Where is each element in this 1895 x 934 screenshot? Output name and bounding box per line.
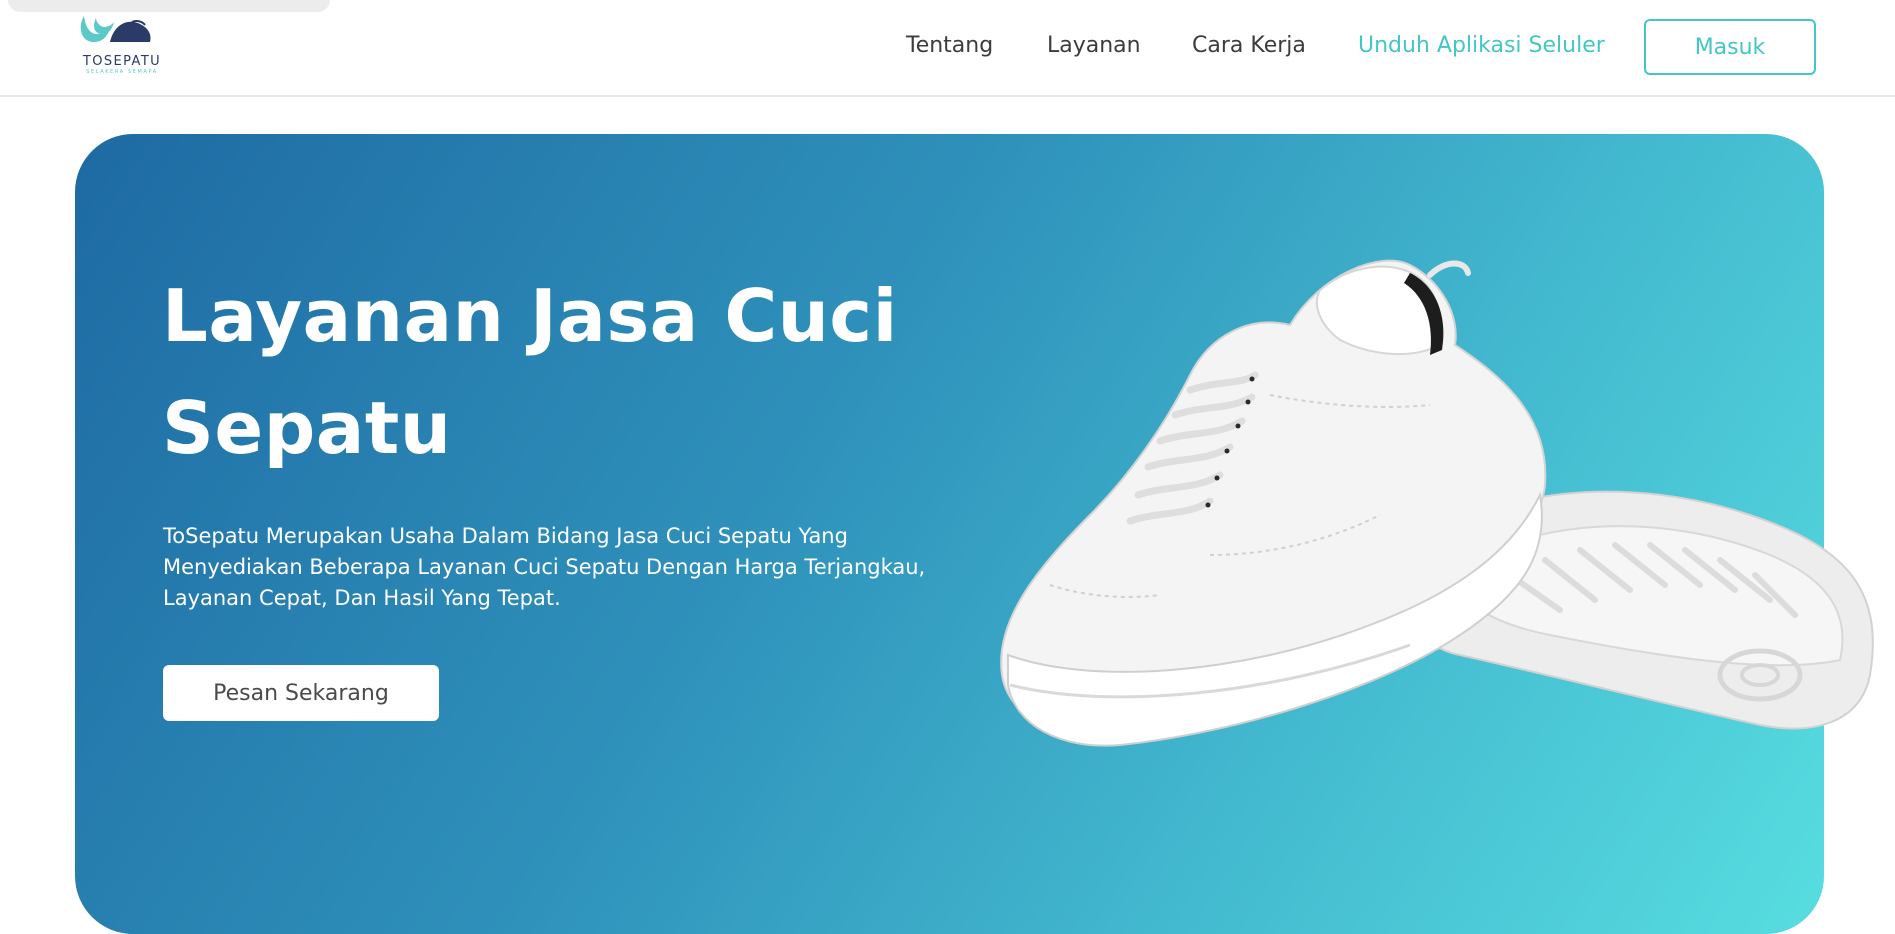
nav-link-layanan[interactable]: Layanan	[1047, 33, 1141, 58]
hero-title-line-2: Sepatu	[162, 386, 452, 470]
brand-logo[interactable]: TOSEPATU SELAKERA SEMAPA	[74, 12, 170, 78]
nav-link-cara-kerja[interactable]: Cara Kerja	[1192, 33, 1306, 58]
nav-link-unduh-aplikasi[interactable]: Unduh Aplikasi Seluler	[1358, 33, 1605, 58]
brand-name: TOSEPATU	[82, 54, 162, 69]
hero-title-line-1: Layanan Jasa Cuci	[162, 274, 898, 358]
nav-link-tentang[interactable]: Tentang	[906, 33, 993, 58]
top-navigation-bar: TOSEPATU SELAKERA SEMAPA Tentang Layanan…	[0, 0, 1895, 97]
shoe-logo-icon	[80, 16, 151, 43]
white-sneaker-image	[1000, 259, 1874, 747]
browser-tab-edge	[8, 0, 330, 12]
hero-description: ToSepatu Merupakan Usaha Dalam Bidang Ja…	[163, 524, 926, 610]
hero-title: Layanan Jasa Cuci Sepatu	[162, 260, 1022, 484]
brand-tagline: SELAKERA SEMAPA	[86, 69, 158, 75]
order-now-button[interactable]: Pesan Sekarang	[163, 665, 439, 721]
login-button[interactable]: Masuk	[1644, 19, 1816, 75]
